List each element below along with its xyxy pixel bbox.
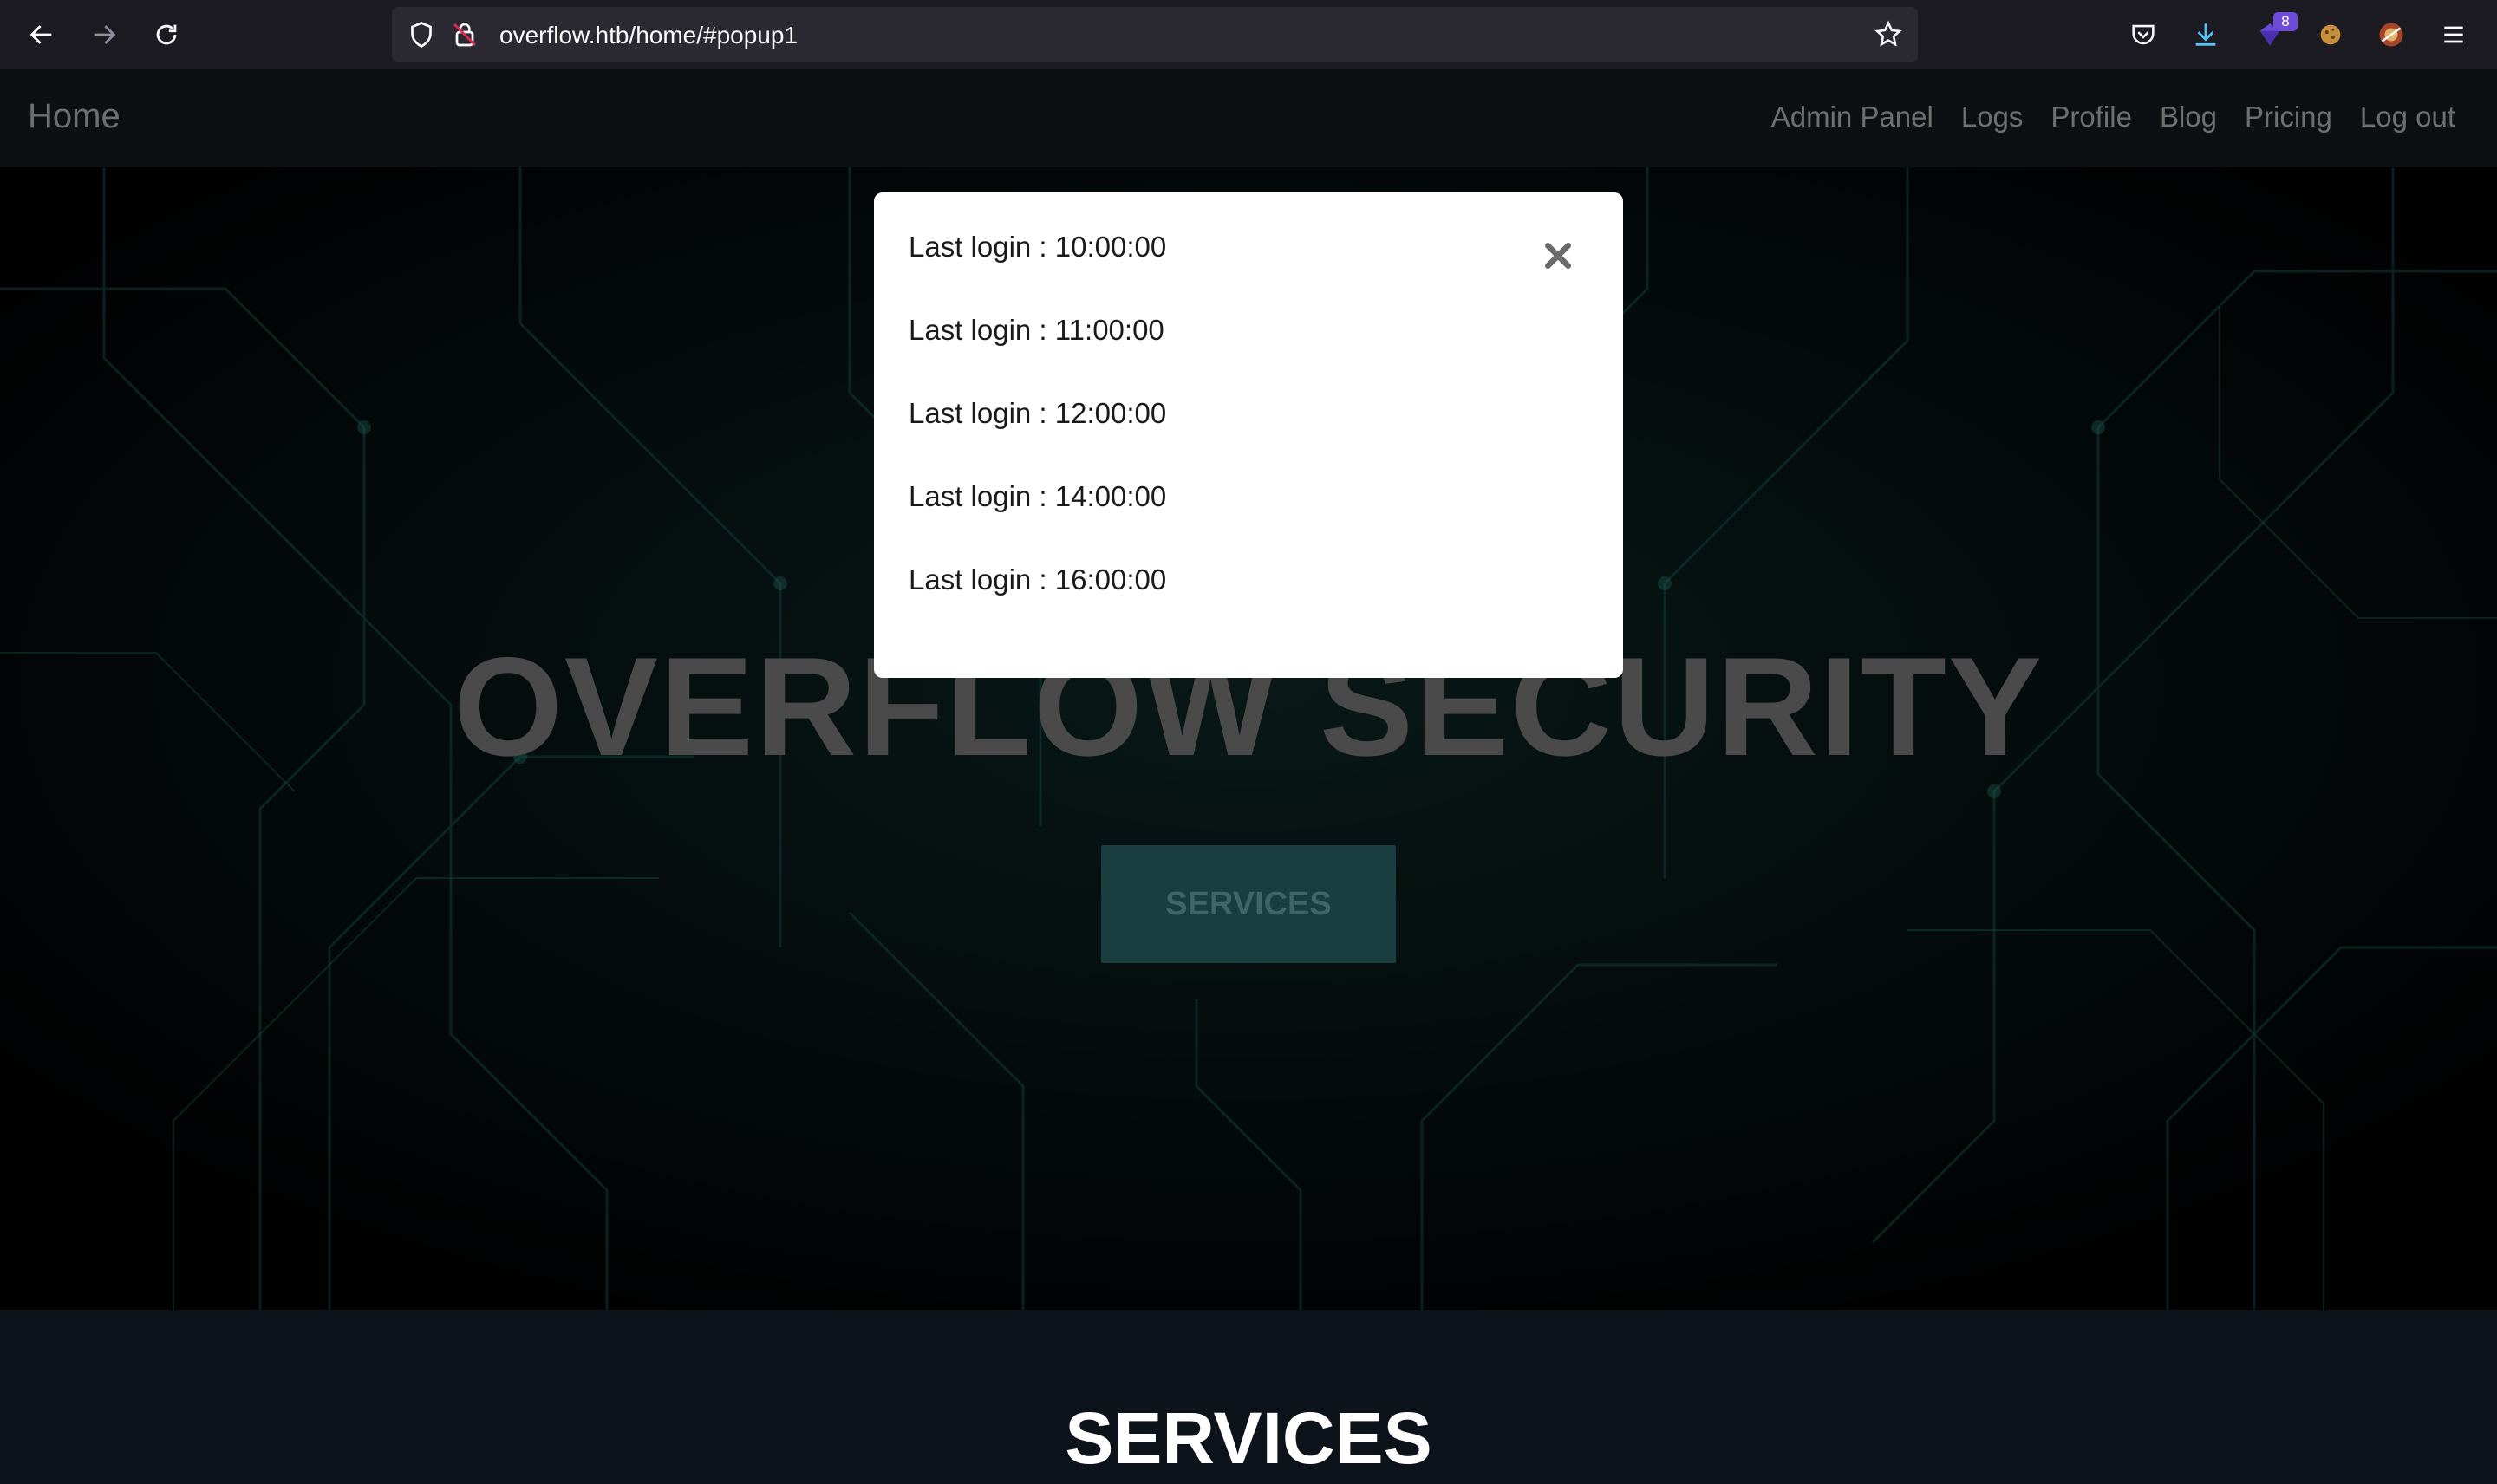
- site-navbar: Home Admin Panel Logs Profile Blog Prici…: [0, 69, 2497, 167]
- services-section: SERVICES: [0, 1310, 2497, 1484]
- nav-profile[interactable]: Profile: [2050, 101, 2132, 133]
- bookmark-star-icon[interactable]: [1873, 19, 1904, 50]
- nav-blog[interactable]: Blog: [2160, 101, 2217, 133]
- shield-icon[interactable]: [406, 19, 437, 50]
- reload-icon[interactable]: [147, 16, 186, 54]
- extension-icon[interactable]: 8: [2253, 12, 2298, 52]
- login-entry: Last login : 12:00:00: [909, 397, 1167, 429]
- browser-toolbar: overflow.htb/home/#popup1 8: [0, 0, 2497, 70]
- nav-logs[interactable]: Logs: [1961, 101, 2024, 133]
- nav-logout[interactable]: Log out: [2360, 101, 2455, 133]
- avatar-icon[interactable]: [2374, 17, 2409, 52]
- brand-home-link[interactable]: Home: [28, 97, 121, 136]
- login-entry: Last login : 14:00:00: [909, 480, 1167, 512]
- nav-admin-panel[interactable]: Admin Panel: [1771, 101, 1933, 133]
- url-text[interactable]: overflow.htb/home/#popup1: [499, 22, 798, 49]
- download-icon[interactable]: [2188, 17, 2223, 52]
- insecure-lock-icon[interactable]: [449, 19, 480, 50]
- back-icon[interactable]: [23, 16, 61, 54]
- services-button[interactable]: SERVICES: [1101, 845, 1396, 963]
- address-bar[interactable]: overflow.htb/home/#popup1: [392, 7, 1918, 62]
- login-entry: Last login : 11:00:00: [909, 314, 1164, 346]
- services-heading: SERVICES: [1065, 1397, 1432, 1479]
- extension-badge: 8: [2273, 12, 2298, 31]
- menu-icon[interactable]: [2436, 17, 2471, 52]
- nav-links: Admin Panel Logs Profile Blog Pricing Lo…: [1771, 101, 2455, 133]
- login-history-popup: Last login : 10:00:00 Last login : 11:00…: [874, 192, 1623, 678]
- close-icon[interactable]: [1536, 234, 1580, 277]
- pocket-icon[interactable]: [2126, 17, 2161, 52]
- cookie-icon[interactable]: [2313, 17, 2348, 52]
- forward-icon[interactable]: [85, 16, 123, 54]
- login-entry: Last login : 16:00:00: [909, 563, 1167, 596]
- nav-pricing[interactable]: Pricing: [2245, 101, 2332, 133]
- login-entry: Last login : 10:00:00: [909, 231, 1167, 263]
